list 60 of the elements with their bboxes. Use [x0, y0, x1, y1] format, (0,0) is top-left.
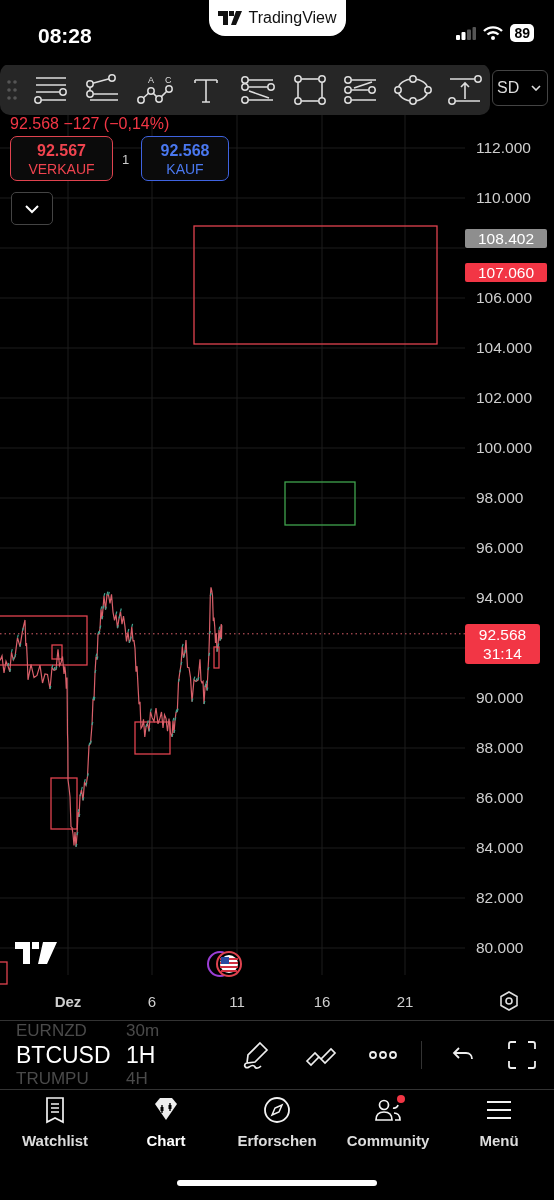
fullscreen-icon[interactable] — [506, 1039, 538, 1071]
price-value: 92.568 — [477, 624, 528, 644]
logo-icon — [218, 11, 243, 25]
ellipse-icon[interactable] — [394, 73, 433, 106]
symbol-interval-item[interactable]: BTCUSD 1H — [16, 1041, 160, 1069]
settings-icon[interactable] — [499, 991, 519, 1011]
price-axis-label: 96.000 — [476, 539, 524, 557]
price-axis-label: 106.000 — [476, 289, 533, 307]
expand-button[interactable] — [11, 192, 53, 225]
chevron-down-icon — [531, 85, 541, 91]
logo-icon — [15, 942, 57, 964]
time-axis-label: 16 — [313, 992, 331, 1012]
price-axis-label: 90.000 — [476, 689, 524, 707]
price-axis-label: 110.000 — [476, 189, 531, 207]
event-flag-icon[interactable] — [207, 950, 243, 978]
compass-icon — [262, 1096, 292, 1124]
price-axis-label: 112.000 — [476, 139, 531, 157]
price-axis-label: 80.000 — [476, 939, 524, 957]
price-axis-label: 104.000 — [476, 339, 533, 357]
sell-button[interactable]: 92.567 VERKAUF — [10, 136, 113, 181]
buy-button[interactable]: 92.568 KAUF — [141, 136, 229, 181]
point-label: A — [148, 74, 155, 85]
tab-bar-item[interactable]: Watchlist — [0, 1096, 110, 1153]
price-axis-label: 102.000 — [476, 389, 533, 407]
price-axis-label: 98.000 — [476, 489, 524, 507]
wifi-icon — [483, 26, 504, 40]
app-name: TradingView — [248, 8, 337, 28]
price-axis-label: 88.000 — [476, 739, 524, 757]
quantity-label: 1 — [122, 151, 130, 169]
price-axis-label: 94.000 — [476, 589, 524, 607]
price-axis-label: 82.000 — [476, 889, 524, 907]
price-label: 108.402 — [465, 228, 547, 248]
chevron-down-icon — [24, 203, 40, 214]
tab-bar-item[interactable]: Chart — [111, 1096, 221, 1153]
price-label: 107.060 — [465, 262, 547, 282]
price-axis-label: 86.000 — [476, 789, 524, 807]
time-axis-label: 21 — [396, 992, 414, 1012]
price-axis-label: 100.000 — [476, 439, 533, 457]
countdown-timer: 31:14 — [482, 643, 523, 663]
zone-rectangle — [134, 721, 171, 755]
time-axis-label: 11 — [229, 992, 245, 1012]
drag-handle-icon[interactable] — [6, 78, 18, 101]
clock-time: 08:28 — [38, 23, 92, 49]
symbol-selector[interactable]: SD — [492, 70, 548, 106]
time-axis-label: Dez — [54, 992, 82, 1012]
battery-level: 89 — [510, 24, 534, 42]
time-axis-label: 6 — [147, 992, 157, 1012]
tab-bar-item[interactable]: Community — [333, 1096, 443, 1153]
tab-bar-item[interactable]: Menü — [444, 1096, 554, 1153]
signal-icon — [456, 26, 477, 40]
price-axis-label: 84.000 — [476, 839, 524, 857]
zone-rectangle — [50, 777, 78, 830]
notification-dot — [397, 1095, 405, 1103]
tab-bar-item[interactable]: Erforschen — [222, 1096, 332, 1153]
point-label: C — [165, 74, 172, 85]
measure-icon[interactable] — [445, 73, 484, 106]
price-change: 92.568 −127 (−0,14%) — [10, 115, 170, 133]
zone-rectangle — [284, 481, 356, 526]
zone-rectangle — [213, 646, 220, 669]
fibonacci-icon[interactable] — [238, 73, 277, 106]
